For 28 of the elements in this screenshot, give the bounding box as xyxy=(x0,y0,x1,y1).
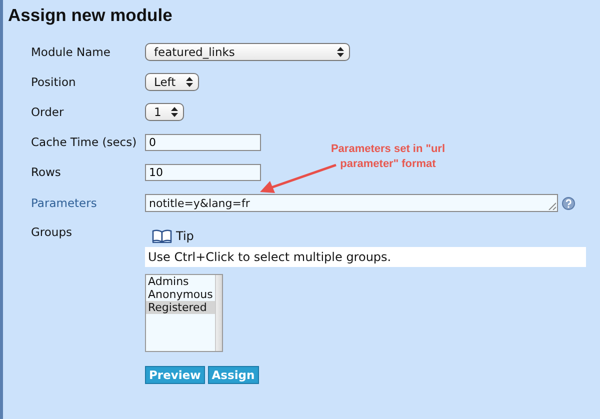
page-title: Assign new module xyxy=(7,4,174,27)
field-label: Position xyxy=(31,75,77,89)
dropdown[interactable]: featured_links xyxy=(145,43,350,61)
field-label: Groups xyxy=(31,225,74,241)
tip-label: Tip xyxy=(176,229,194,243)
tip-text: Use Ctrl+Click to select multiple groups. xyxy=(145,247,586,267)
field-label: Parameters xyxy=(31,196,98,210)
updown-arrows-icon xyxy=(337,47,344,57)
book-icon xyxy=(152,229,172,243)
list-option[interactable]: Registered xyxy=(146,301,215,314)
groups-listbox[interactable]: Admins Anonymous Registered xyxy=(145,274,223,352)
field-label: Rows xyxy=(31,165,62,179)
resize-grip-icon[interactable] xyxy=(548,202,556,210)
scrollbar[interactable] xyxy=(214,275,222,351)
field-label: Cache Time (secs) xyxy=(31,135,138,149)
updown-arrows-icon xyxy=(171,107,178,117)
parameters-field[interactable]: notitle=y&lang=fr xyxy=(145,194,558,212)
dropdown[interactable]: Left xyxy=(145,73,199,91)
field-label: Module Name xyxy=(31,45,112,59)
dropdown[interactable]: 1 xyxy=(145,103,184,121)
input-field[interactable]: 10 xyxy=(145,164,261,180)
help-icon[interactable] xyxy=(562,196,575,210)
input-field[interactable]: 0 xyxy=(145,134,261,150)
annotation-text: Parameters set in "url parameter" format xyxy=(330,142,446,172)
list-option[interactable]: Anonymous xyxy=(146,288,215,301)
field-label: Order xyxy=(31,105,65,119)
list-option[interactable]: Admins xyxy=(146,275,215,288)
updown-arrows-icon xyxy=(186,77,193,87)
